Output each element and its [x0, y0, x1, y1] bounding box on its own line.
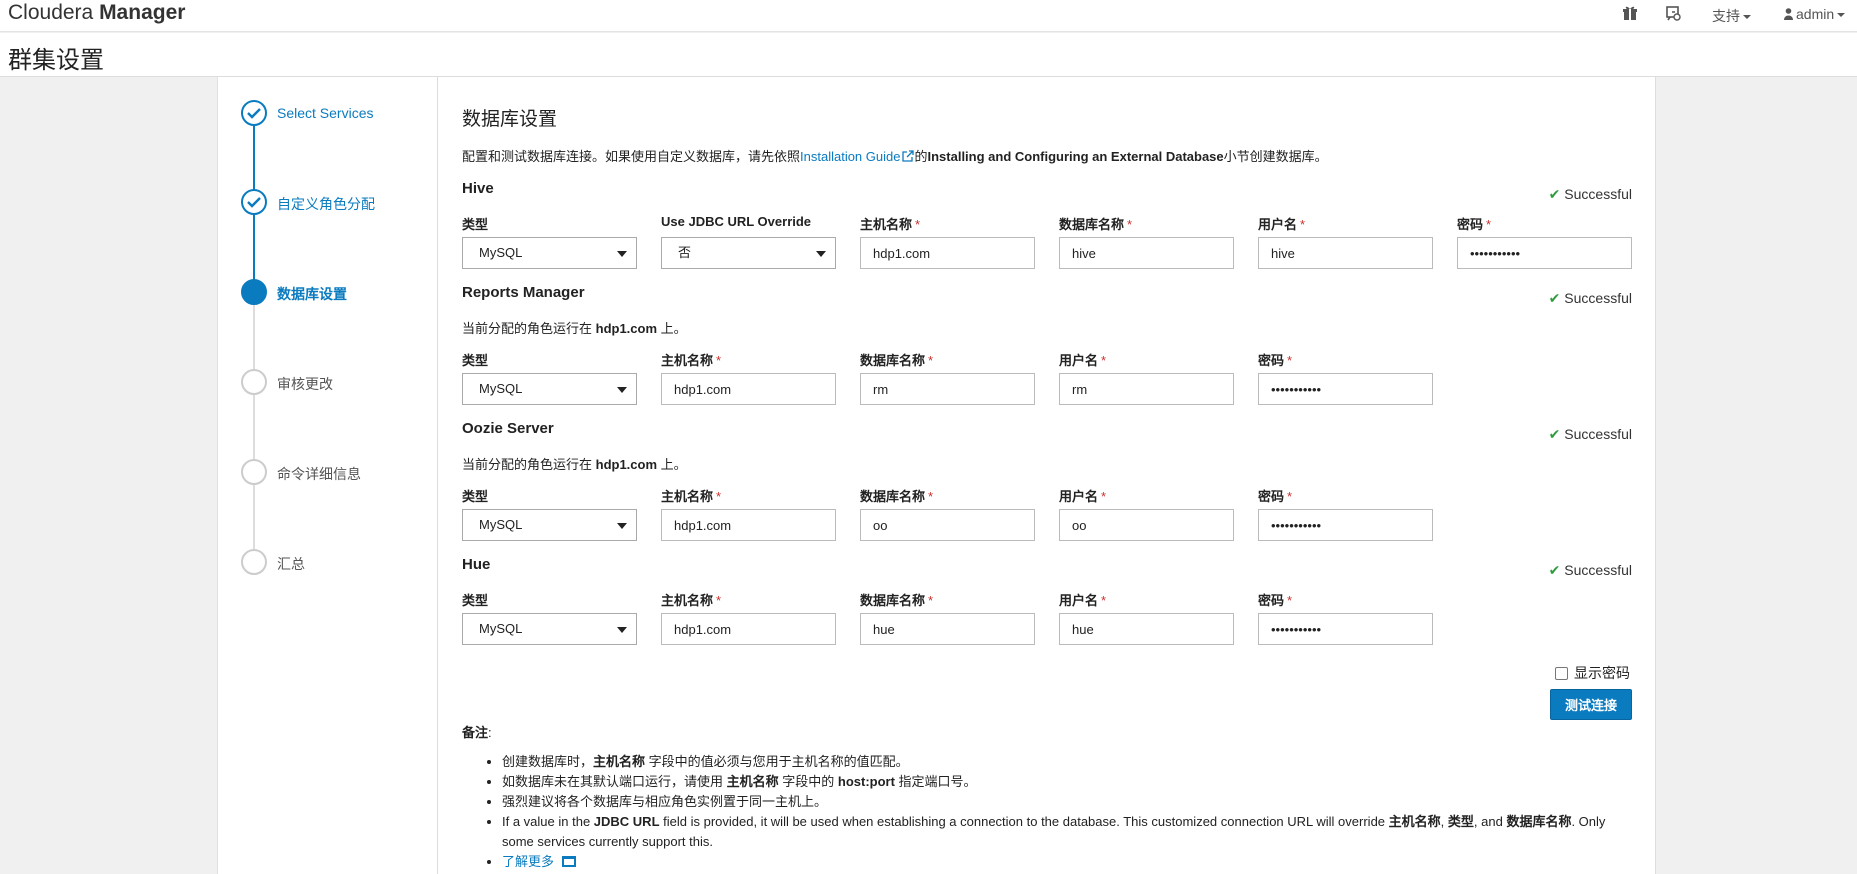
check-icon: ✔ — [1548, 562, 1561, 578]
reports-host-input[interactable] — [661, 373, 836, 405]
support-menu[interactable]: 支持 — [1712, 6, 1751, 26]
show-password-toggle[interactable]: 显示密码 — [1555, 663, 1630, 683]
user-label: 用户名 * — [1059, 489, 1107, 504]
user-menu[interactable]: admin — [1784, 6, 1846, 22]
chevron-down-icon — [617, 251, 627, 257]
hive-user-input[interactable] — [1258, 237, 1433, 269]
hue-host-input[interactable] — [661, 613, 836, 645]
hive-db-input[interactable] — [1059, 237, 1234, 269]
step-pending-icon — [241, 459, 267, 485]
oozie-role-note: 当前分配的角色运行在 hdp1.com 上。 — [462, 457, 687, 472]
list-item: If a value in the JDBC URL field is prov… — [502, 812, 1631, 852]
step-complete-icon — [241, 189, 267, 215]
learn-more-link[interactable]: 了解更多 — [502, 854, 554, 869]
page-header: 群集设置 — [0, 33, 1857, 77]
check-icon: ✔ — [1548, 186, 1561, 202]
page-title: 群集设置 — [8, 47, 104, 74]
step-pending-icon — [241, 369, 267, 395]
window-icon — [562, 856, 577, 867]
installation-guide-link[interactable]: Installation Guide — [800, 149, 900, 164]
reports-role-note: 当前分配的角色运行在 hdp1.com 上。 — [462, 321, 687, 336]
intro-text: 配置和测试数据库连接。如果使用自定义数据库，请先依照Installation G… — [462, 149, 1328, 164]
hue-db-input[interactable] — [860, 613, 1035, 645]
jdbc-label: Use JDBC URL Override — [661, 214, 812, 229]
chevron-down-icon — [617, 387, 627, 393]
oozie-section-title: Oozie Server — [462, 420, 554, 437]
section-heading: 数据库设置 — [462, 109, 558, 130]
hive-password-input[interactable] — [1457, 237, 1632, 269]
user-icon — [1784, 8, 1793, 20]
list-item: 了解更多 — [502, 852, 1631, 872]
oozie-user-input[interactable] — [1059, 509, 1234, 541]
top-navbar: Cloudera Manager 支持 admin — [0, 0, 1857, 32]
db-label: 数据库名称 * — [1059, 217, 1133, 232]
type-label: 类型 — [462, 217, 489, 232]
list-item: 如数据库未在其默认端口运行，请使用 主机名称 字段中的 host:port 指定… — [502, 772, 1631, 792]
user-label: 用户名 * — [1059, 593, 1107, 608]
list-item: 强烈建议将各个数据库与相应角色实例置于同一主机上。 — [502, 792, 1631, 812]
notes-list: 创建数据库时，主机名称 字段中的值必须与您用于主机名称的值匹配。 如数据库未在其… — [486, 752, 1631, 872]
hive-section-title: Hive — [462, 180, 494, 197]
chevron-down-icon — [617, 523, 627, 529]
reports-section-title: Reports Manager — [462, 284, 585, 301]
chevron-down-icon — [617, 627, 627, 633]
user-label: 用户名 * — [1059, 353, 1107, 368]
hue-user-input[interactable] — [1059, 613, 1234, 645]
check-icon: ✔ — [1548, 426, 1561, 442]
host-label: 主机名称 * — [661, 353, 722, 368]
chevron-down-icon — [1837, 13, 1846, 18]
cloudera-manager-logo[interactable]: Cloudera Manager — [8, 1, 185, 25]
hue-type-select[interactable]: MySQL — [462, 613, 637, 645]
reports-db-input[interactable] — [860, 373, 1035, 405]
password-label: 密码 * — [1258, 593, 1293, 608]
notes-heading: 备注: — [462, 725, 492, 740]
oozie-password-input[interactable] — [1258, 509, 1433, 541]
password-label: 密码 * — [1457, 217, 1492, 232]
reports-user-input[interactable] — [1059, 373, 1234, 405]
user-label: 用户名 * — [1258, 217, 1306, 232]
step-pending-line — [253, 302, 255, 564]
db-label: 数据库名称 * — [860, 353, 934, 368]
step-pending-icon — [241, 549, 267, 575]
hive-jdbc-select[interactable]: 否 — [661, 237, 836, 269]
step-current-icon — [241, 279, 267, 305]
step-complete-icon — [241, 100, 267, 126]
oozie-host-input[interactable] — [661, 509, 836, 541]
password-label: 密码 * — [1258, 353, 1293, 368]
external-link-icon — [902, 150, 915, 162]
gift-icon[interactable] — [1622, 5, 1638, 24]
db-label: 数据库名称 * — [860, 489, 934, 504]
reports-password-input[interactable] — [1258, 373, 1433, 405]
hue-section-title: Hue — [462, 556, 491, 573]
host-label: 主机名称 * — [860, 217, 921, 232]
running-commands-icon[interactable] — [1665, 5, 1681, 24]
oozie-type-select[interactable]: MySQL — [462, 509, 637, 541]
type-label: 类型 — [462, 489, 489, 504]
type-label: 类型 — [462, 353, 489, 368]
hue-password-input[interactable] — [1258, 613, 1433, 645]
hive-type-select[interactable]: MySQL — [462, 237, 637, 269]
check-icon: ✔ — [1548, 290, 1561, 306]
hive-status: ✔ Successful — [1548, 186, 1632, 202]
oozie-db-input[interactable] — [860, 509, 1035, 541]
test-connection-button[interactable]: 测试连接 — [1550, 689, 1632, 720]
chevron-down-icon — [816, 251, 826, 257]
host-label: 主机名称 * — [661, 489, 722, 504]
hive-host-input[interactable] — [860, 237, 1035, 269]
reports-type-select[interactable]: MySQL — [462, 373, 637, 405]
oozie-status: ✔ Successful — [1548, 426, 1632, 442]
show-password-checkbox[interactable] — [1555, 667, 1568, 680]
list-item: 创建数据库时，主机名称 字段中的值必须与您用于主机名称的值匹配。 — [502, 752, 1631, 772]
type-label: 类型 — [462, 593, 489, 608]
db-label: 数据库名称 * — [860, 593, 934, 608]
password-label: 密码 * — [1258, 489, 1293, 504]
host-label: 主机名称 * — [661, 593, 722, 608]
chevron-down-icon — [1743, 15, 1751, 20]
reports-status: ✔ Successful — [1548, 290, 1632, 306]
hue-status: ✔ Successful — [1548, 562, 1632, 578]
